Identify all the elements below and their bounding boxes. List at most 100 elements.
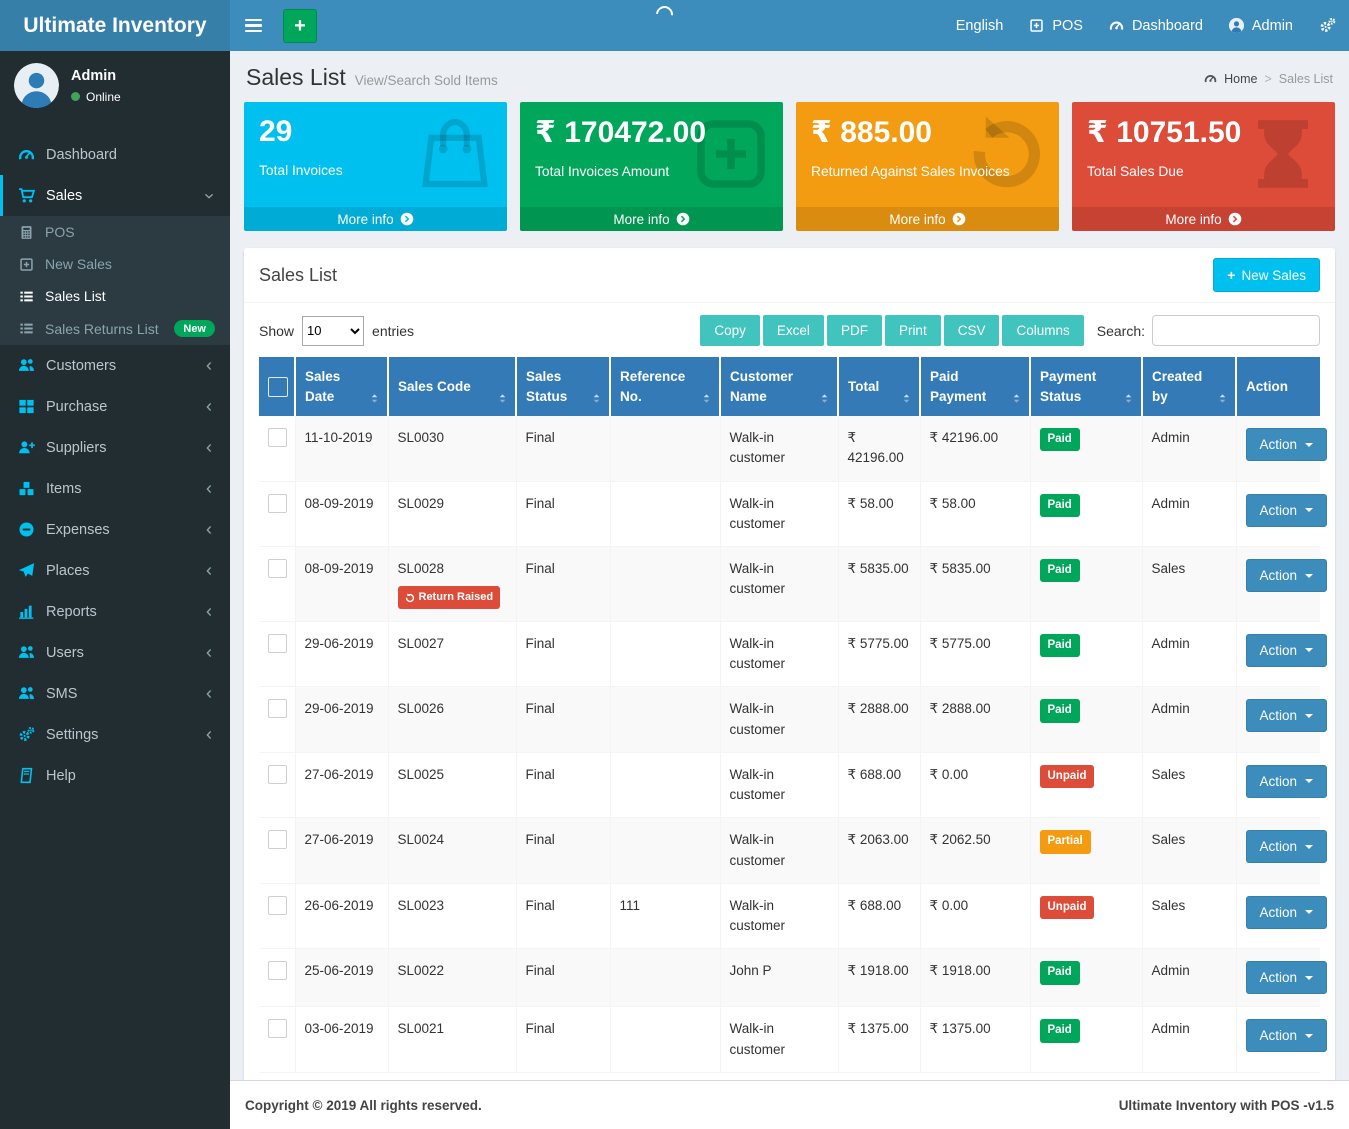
sidebar-toggle-button[interactable] <box>230 0 276 51</box>
export-csv-button[interactable]: CSV <box>944 315 1000 346</box>
online-dot-icon <box>71 92 80 101</box>
row-select-cell <box>259 818 295 884</box>
nav-dashboard[interactable]: Dashboard <box>1096 0 1216 51</box>
more-info-link[interactable]: More info <box>796 207 1059 231</box>
column-header-sales-code[interactable]: Sales Code <box>388 357 516 416</box>
column-header-reference-no[interactable]: Reference No. <box>610 357 720 416</box>
cell-total: ₹ 5835.00 <box>838 547 920 622</box>
cell-total-text: ₹ 1918.00 <box>848 963 909 978</box>
brand-logo[interactable]: Ultimate Inventory <box>0 0 230 51</box>
row-checkbox[interactable] <box>268 1019 287 1038</box>
action-button-label: Action <box>1260 503 1298 518</box>
stat-value: 29 <box>259 115 492 149</box>
action-button[interactable]: Action <box>1246 699 1328 732</box>
sidebar-item-sales[interactable]: Sales <box>0 175 230 216</box>
cell-created-by: Admin <box>1142 1007 1236 1073</box>
row-checkbox[interactable] <box>268 634 287 653</box>
sidebar-item-settings[interactable]: Settings <box>0 714 230 755</box>
row-checkbox[interactable] <box>268 559 287 578</box>
row-checkbox[interactable] <box>268 896 287 915</box>
sidebar-item-suppliers[interactable]: Suppliers <box>0 427 230 468</box>
column-header-action: Action <box>1236 357 1320 416</box>
column-header-sales-date[interactable]: Sales Date <box>295 357 388 416</box>
sidebar-item-help[interactable]: Help <box>0 755 230 796</box>
sidebar-item-places[interactable]: Places <box>0 550 230 591</box>
action-button[interactable]: Action <box>1246 559 1328 592</box>
cell-sales-status-text: Final <box>526 701 555 716</box>
sidebar-subitem-sales-returns-list[interactable]: Sales Returns ListNew <box>0 312 230 345</box>
export-copy-button[interactable]: Copy <box>700 315 760 346</box>
action-button[interactable]: Action <box>1246 765 1328 798</box>
more-info-link[interactable]: More info <box>1072 207 1335 231</box>
cell-reference-no <box>610 752 720 818</box>
row-checkbox[interactable] <box>268 765 287 784</box>
breadcrumb-home[interactable]: Home <box>1224 72 1257 86</box>
sales-code-text: SL0026 <box>398 701 445 716</box>
new-sales-button[interactable]: + New Sales <box>1213 258 1320 292</box>
sidebar-item-reports[interactable]: Reports <box>0 591 230 632</box>
row-checkbox[interactable] <box>268 699 287 718</box>
stat-label: Total Invoices <box>259 163 492 178</box>
action-button[interactable]: Action <box>1246 1019 1328 1052</box>
action-button-label: Action <box>1260 643 1298 658</box>
export-pdf-button[interactable]: PDF <box>827 315 882 346</box>
more-info-link[interactable]: More info <box>244 207 507 231</box>
sidebar-item-customers[interactable]: Customers <box>0 345 230 386</box>
action-button[interactable]: Action <box>1246 634 1328 667</box>
column-header-customer-name[interactable]: Customer Name <box>720 357 838 416</box>
cell-sales-status-text: Final <box>526 767 555 782</box>
page-length-select[interactable]: 10 <box>302 316 364 346</box>
sidebar-item-users[interactable]: Users <box>0 632 230 673</box>
column-header-payment-status[interactable]: Payment Status <box>1030 357 1142 416</box>
column-header-paid-payment[interactable]: Paid Payment <box>920 357 1030 416</box>
cell-paid-payment-text: ₹ 0.00 <box>930 767 969 782</box>
sidebar-subitem-new-sales[interactable]: New Sales <box>0 248 230 280</box>
sidebar-item-dashboard[interactable]: Dashboard <box>0 134 230 175</box>
plus-square-icon <box>19 257 34 272</box>
more-info-label: More info <box>613 212 669 227</box>
cell-payment-status: Paid <box>1030 547 1142 622</box>
row-checkbox[interactable] <box>268 428 287 447</box>
row-checkbox[interactable] <box>268 830 287 849</box>
sidebar-subitem-sales-list[interactable]: Sales List <box>0 280 230 312</box>
minus-circle-icon <box>18 521 35 538</box>
quick-add-button[interactable]: + <box>283 9 317 43</box>
export-columns-button[interactable]: Columns <box>1002 315 1083 346</box>
action-button[interactable]: Action <box>1246 961 1328 994</box>
cell-sales-date-text: 29-06-2019 <box>305 701 374 716</box>
sidebar-subitem-pos[interactable]: POS <box>0 216 230 248</box>
action-button[interactable]: Action <box>1246 494 1328 527</box>
cell-customer-name-text: Walk-in customer <box>730 701 786 736</box>
cell-sales-code: SL0030 <box>388 416 516 481</box>
action-button[interactable]: Action <box>1246 896 1328 929</box>
column-header-created-by[interactable]: Created by <box>1142 357 1236 416</box>
action-button[interactable]: Action <box>1246 428 1328 461</box>
nav-settings[interactable] <box>1306 0 1349 51</box>
cell-created-by: Admin <box>1142 621 1236 687</box>
search-input[interactable] <box>1152 315 1320 346</box>
cell-total: ₹ 688.00 <box>838 752 920 818</box>
sidebar-item-expenses[interactable]: Expenses <box>0 509 230 550</box>
cell-payment-status: Unpaid <box>1030 883 1142 949</box>
sidebar-item-purchase[interactable]: Purchase <box>0 386 230 427</box>
nav-language[interactable]: English <box>943 0 1017 51</box>
export-print-button[interactable]: Print <box>885 315 941 346</box>
sidebar-item-items[interactable]: Items <box>0 468 230 509</box>
row-checkbox[interactable] <box>268 494 287 513</box>
user-plus-icon <box>18 439 35 456</box>
export-excel-button[interactable]: Excel <box>763 315 824 346</box>
column-header-sales-status[interactable]: Sales Status <box>516 357 610 416</box>
cell-created-by-text: Sales <box>1152 561 1186 576</box>
more-info-link[interactable]: More info <box>520 207 783 231</box>
nav-user-menu[interactable]: Admin <box>1216 0 1306 51</box>
column-header-total[interactable]: Total <box>838 357 920 416</box>
nav-language-label: English <box>956 18 1004 34</box>
row-checkbox[interactable] <box>268 961 287 980</box>
action-button[interactable]: Action <box>1246 830 1328 863</box>
dashboard-icon <box>18 146 35 163</box>
action-button-label: Action <box>1260 437 1298 452</box>
nav-pos[interactable]: POS <box>1016 0 1096 51</box>
sidebar-item-sms[interactable]: SMS <box>0 673 230 714</box>
select-all-checkbox[interactable] <box>268 377 288 397</box>
content-header: Sales List View/Search Sold Items Home >… <box>244 51 1335 102</box>
